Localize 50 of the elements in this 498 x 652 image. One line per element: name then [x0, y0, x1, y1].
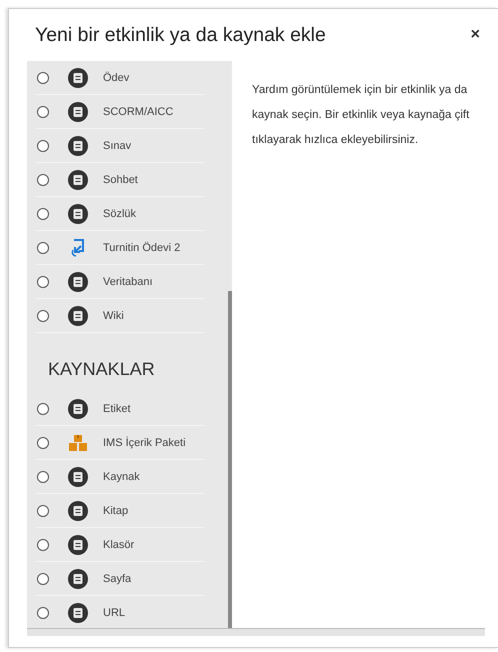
module-label[interactable]: URL	[103, 607, 126, 619]
radio-button[interactable]	[37, 504, 49, 516]
module-icon	[68, 136, 88, 156]
radio-button[interactable]	[37, 470, 49, 482]
module-label[interactable]: Sözlük	[103, 208, 136, 220]
radio-button[interactable]	[37, 106, 49, 118]
module-icon	[68, 500, 88, 520]
radio-button[interactable]	[37, 436, 49, 448]
module-label[interactable]: Sınav	[103, 140, 132, 152]
section-heading: KAYNAKLAR	[47, 358, 156, 381]
module-icon	[68, 534, 88, 554]
radio-button[interactable]	[37, 310, 49, 322]
module-icon	[68, 568, 88, 588]
boxes-icon	[68, 432, 88, 452]
radio-button[interactable]	[37, 242, 49, 254]
scrollbar-thumb[interactable]	[228, 291, 232, 628]
help-text: Yardım görüntülemek için bir etkinlik ya da kaynak seçin. Bir etkinlik veya kaynağa çift tıklayarak hızlıca ekleyebilirsiniz.	[252, 83, 470, 148]
module-icon	[68, 68, 88, 88]
horizontal-scrollbar[interactable]	[27, 628, 485, 636]
module-label[interactable]: Veritabanı	[103, 276, 153, 288]
module-label[interactable]: Turnitin Ödevi 2	[103, 242, 180, 254]
radio-button[interactable]	[37, 538, 49, 550]
radio-button[interactable]	[37, 572, 49, 584]
module-label[interactable]: Etiket	[103, 402, 131, 414]
dialog-title: Yeni bir etkinlik ya da kaynak ekle	[35, 24, 326, 46]
module-icon	[68, 102, 88, 122]
module-label[interactable]: Klasör	[103, 538, 134, 550]
radio-button[interactable]	[37, 402, 49, 414]
radio-button[interactable]	[37, 72, 49, 84]
module-icon	[68, 466, 88, 486]
module-icon	[68, 204, 88, 224]
module-label[interactable]: Sohbet	[103, 174, 138, 186]
radio-button[interactable]	[37, 174, 49, 186]
module-icon	[68, 398, 88, 418]
radio-button[interactable]	[37, 140, 49, 152]
module-label[interactable]: Wiki	[103, 310, 124, 322]
module-label[interactable]: Kitap	[103, 504, 128, 516]
module-icon	[68, 170, 88, 190]
module-icon	[68, 272, 88, 292]
module-label[interactable]: Sayfa	[103, 572, 132, 584]
module-label[interactable]: Ödev	[103, 72, 130, 84]
module-icon	[68, 306, 88, 326]
radio-button[interactable]	[37, 208, 49, 220]
module-label[interactable]: SCORM/AICC	[103, 106, 174, 118]
close-button[interactable]: ×	[464, 26, 486, 44]
radio-button[interactable]	[37, 607, 49, 619]
radio-button[interactable]	[37, 276, 49, 288]
module-label[interactable]: IMS İçerik Paketi	[103, 436, 186, 448]
module-label[interactable]: Kaynak	[103, 470, 140, 482]
module-icon	[68, 603, 88, 623]
